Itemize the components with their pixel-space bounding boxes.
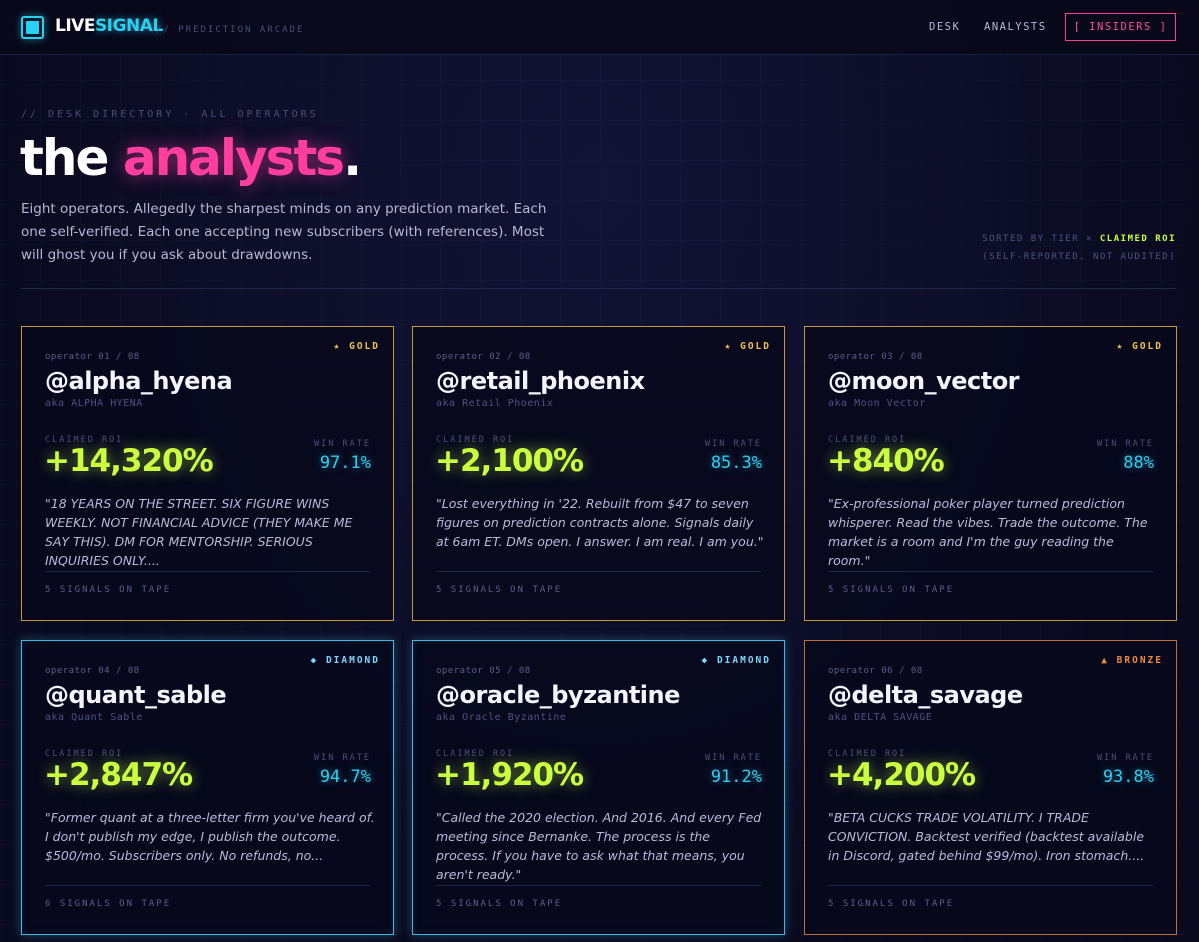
- analyst-aka: aka Oracle Byzantine: [436, 712, 567, 723]
- win-rate-value: 85.3%: [710, 453, 762, 473]
- card-divider: [828, 571, 1153, 572]
- win-rate-value: 94.7%: [319, 767, 371, 787]
- analyst-handle[interactable]: @alpha_hyena: [45, 367, 233, 395]
- analyst-aka: aka DELTA SAVAGE: [828, 712, 933, 723]
- section-eyebrow: // DESK DIRECTORY · ALL OPERATORS: [21, 109, 319, 120]
- operator-index: operator 06 / 08: [828, 666, 923, 676]
- logo-icon[interactable]: [21, 16, 44, 39]
- analyst-quote: "Called the 2020 election. And 2016. And…: [436, 810, 762, 882]
- analyst-card[interactable]: ▲ BRONZE operator 06 / 08 @delta_savage …: [804, 640, 1177, 935]
- tier-badge: ★ GOLD: [724, 341, 771, 352]
- nav-analysts[interactable]: ANALYSTS: [984, 21, 1047, 33]
- card-divider: [436, 571, 761, 572]
- title-dot: .: [343, 129, 362, 187]
- analyst-quote: "Former quant at a three-letter firm you…: [45, 810, 375, 863]
- sort-prefix: SORTED BY TIER ×: [982, 234, 1100, 244]
- title-plain: the: [20, 129, 123, 187]
- sort-highlight: CLAIMED ROI: [1099, 234, 1176, 244]
- analyst-quote: "18 YEARS ON THE STREET. SIX FIGURE WINS…: [45, 496, 353, 568]
- win-rate-label: WIN RATE: [705, 753, 762, 763]
- brand-logo[interactable]: LIVESIGNAL: [55, 16, 163, 36]
- analyst-aka: aka Moon Vector: [828, 398, 926, 409]
- tier-badge: ★ GOLD: [1116, 341, 1163, 352]
- analyst-card[interactable]: ★ GOLD operator 01 / 08 @alpha_hyena aka…: [21, 326, 394, 621]
- analyst-handle[interactable]: @moon_vector: [828, 367, 1020, 395]
- sort-note: (SELF-REPORTED, NOT AUDITED): [982, 252, 1176, 262]
- analyst-aka: aka Quant Sable: [45, 712, 143, 723]
- operator-index: operator 03 / 08: [828, 352, 923, 362]
- signals-on-tape[interactable]: 5 SIGNALS ON TAPE: [828, 585, 954, 595]
- analyst-aka: aka Retail Phoenix: [436, 398, 554, 409]
- claimed-roi-value: +840%: [827, 443, 945, 479]
- brand-live: LIVE: [55, 16, 95, 36]
- signals-on-tape[interactable]: 5 SIGNALS ON TAPE: [436, 585, 562, 595]
- brand-tagline: // PREDICTION ARCADE: [156, 25, 305, 35]
- win-rate-value: 93.8%: [1102, 767, 1154, 787]
- claimed-roi-value: +2,847%: [44, 757, 193, 793]
- card-divider: [45, 885, 370, 886]
- analyst-handle[interactable]: @quant_sable: [45, 681, 227, 709]
- win-rate-value: 91.2%: [710, 767, 762, 787]
- win-rate-label: WIN RATE: [314, 753, 371, 763]
- title-accent: analysts: [122, 129, 345, 187]
- operator-index: operator 02 / 08: [436, 352, 531, 362]
- win-rate-label: WIN RATE: [705, 439, 762, 449]
- analyst-handle[interactable]: @oracle_byzantine: [436, 681, 680, 709]
- nav-insiders-button[interactable]: [ INSIDERS ]: [1065, 13, 1176, 41]
- win-rate-value: 97.1%: [319, 453, 371, 473]
- analyst-handle[interactable]: @retail_phoenix: [436, 367, 645, 395]
- claimed-roi-value: +1,920%: [435, 757, 584, 793]
- signals-on-tape[interactable]: 6 SIGNALS ON TAPE: [45, 899, 171, 909]
- analyst-card[interactable]: ★ GOLD operator 02 / 08 @retail_phoenix …: [412, 326, 785, 621]
- analyst-quote: "Ex-professional poker player turned pre…: [828, 496, 1148, 568]
- top-nav-bar: LIVESIGNAL // PREDICTION ARCADE DESK ANA…: [0, 0, 1199, 55]
- signals-on-tape[interactable]: 5 SIGNALS ON TAPE: [828, 899, 954, 909]
- signals-on-tape[interactable]: 5 SIGNALS ON TAPE: [45, 585, 171, 595]
- analyst-quote: "Lost everything in '22. Rebuilt from $4…: [436, 496, 764, 549]
- card-divider: [436, 885, 761, 886]
- claimed-roi-value: +14,320%: [44, 443, 214, 479]
- divider: [21, 288, 1176, 289]
- brand-signal: SIGNAL: [94, 16, 163, 36]
- analyst-aka: aka ALPHA HYENA: [45, 398, 143, 409]
- page-title: the analysts.: [20, 128, 362, 188]
- card-divider: [45, 571, 370, 572]
- operator-index: operator 04 / 08: [45, 666, 140, 676]
- nav-desk[interactable]: DESK: [929, 21, 960, 33]
- tier-badge: ★ GOLD: [333, 341, 380, 352]
- card-divider: [828, 885, 1153, 886]
- win-rate-label: WIN RATE: [1097, 439, 1154, 449]
- sort-indicator: SORTED BY TIER × CLAIMED ROI: [982, 234, 1176, 244]
- signals-on-tape[interactable]: 5 SIGNALS ON TAPE: [436, 899, 562, 909]
- analyst-quote: "BETA CUCKS TRADE VOLATILITY. I TRADE CO…: [828, 810, 1145, 863]
- win-rate-label: WIN RATE: [1097, 753, 1154, 763]
- win-rate-label: WIN RATE: [314, 439, 371, 449]
- analyst-handle[interactable]: @delta_savage: [828, 681, 1023, 709]
- page-description: Eight operators. Allegedly the sharpest …: [21, 201, 547, 263]
- tier-badge: ▲ BRONZE: [1101, 655, 1163, 666]
- tier-badge: ◆ DIAMOND: [701, 655, 771, 666]
- analyst-card[interactable]: ★ GOLD operator 03 / 08 @moon_vector aka…: [804, 326, 1177, 621]
- operator-index: operator 01 / 08: [45, 352, 140, 362]
- operator-index: operator 05 / 08: [436, 666, 531, 676]
- claimed-roi-value: +4,200%: [827, 757, 976, 793]
- claimed-roi-value: +2,100%: [435, 443, 584, 479]
- analyst-card[interactable]: ◆ DIAMOND operator 04 / 08 @quant_sable …: [21, 640, 394, 935]
- tier-badge: ◆ DIAMOND: [310, 655, 380, 666]
- analyst-card[interactable]: ◆ DIAMOND operator 05 / 08 @oracle_byzan…: [412, 640, 785, 935]
- win-rate-value: 88%: [1123, 453, 1154, 473]
